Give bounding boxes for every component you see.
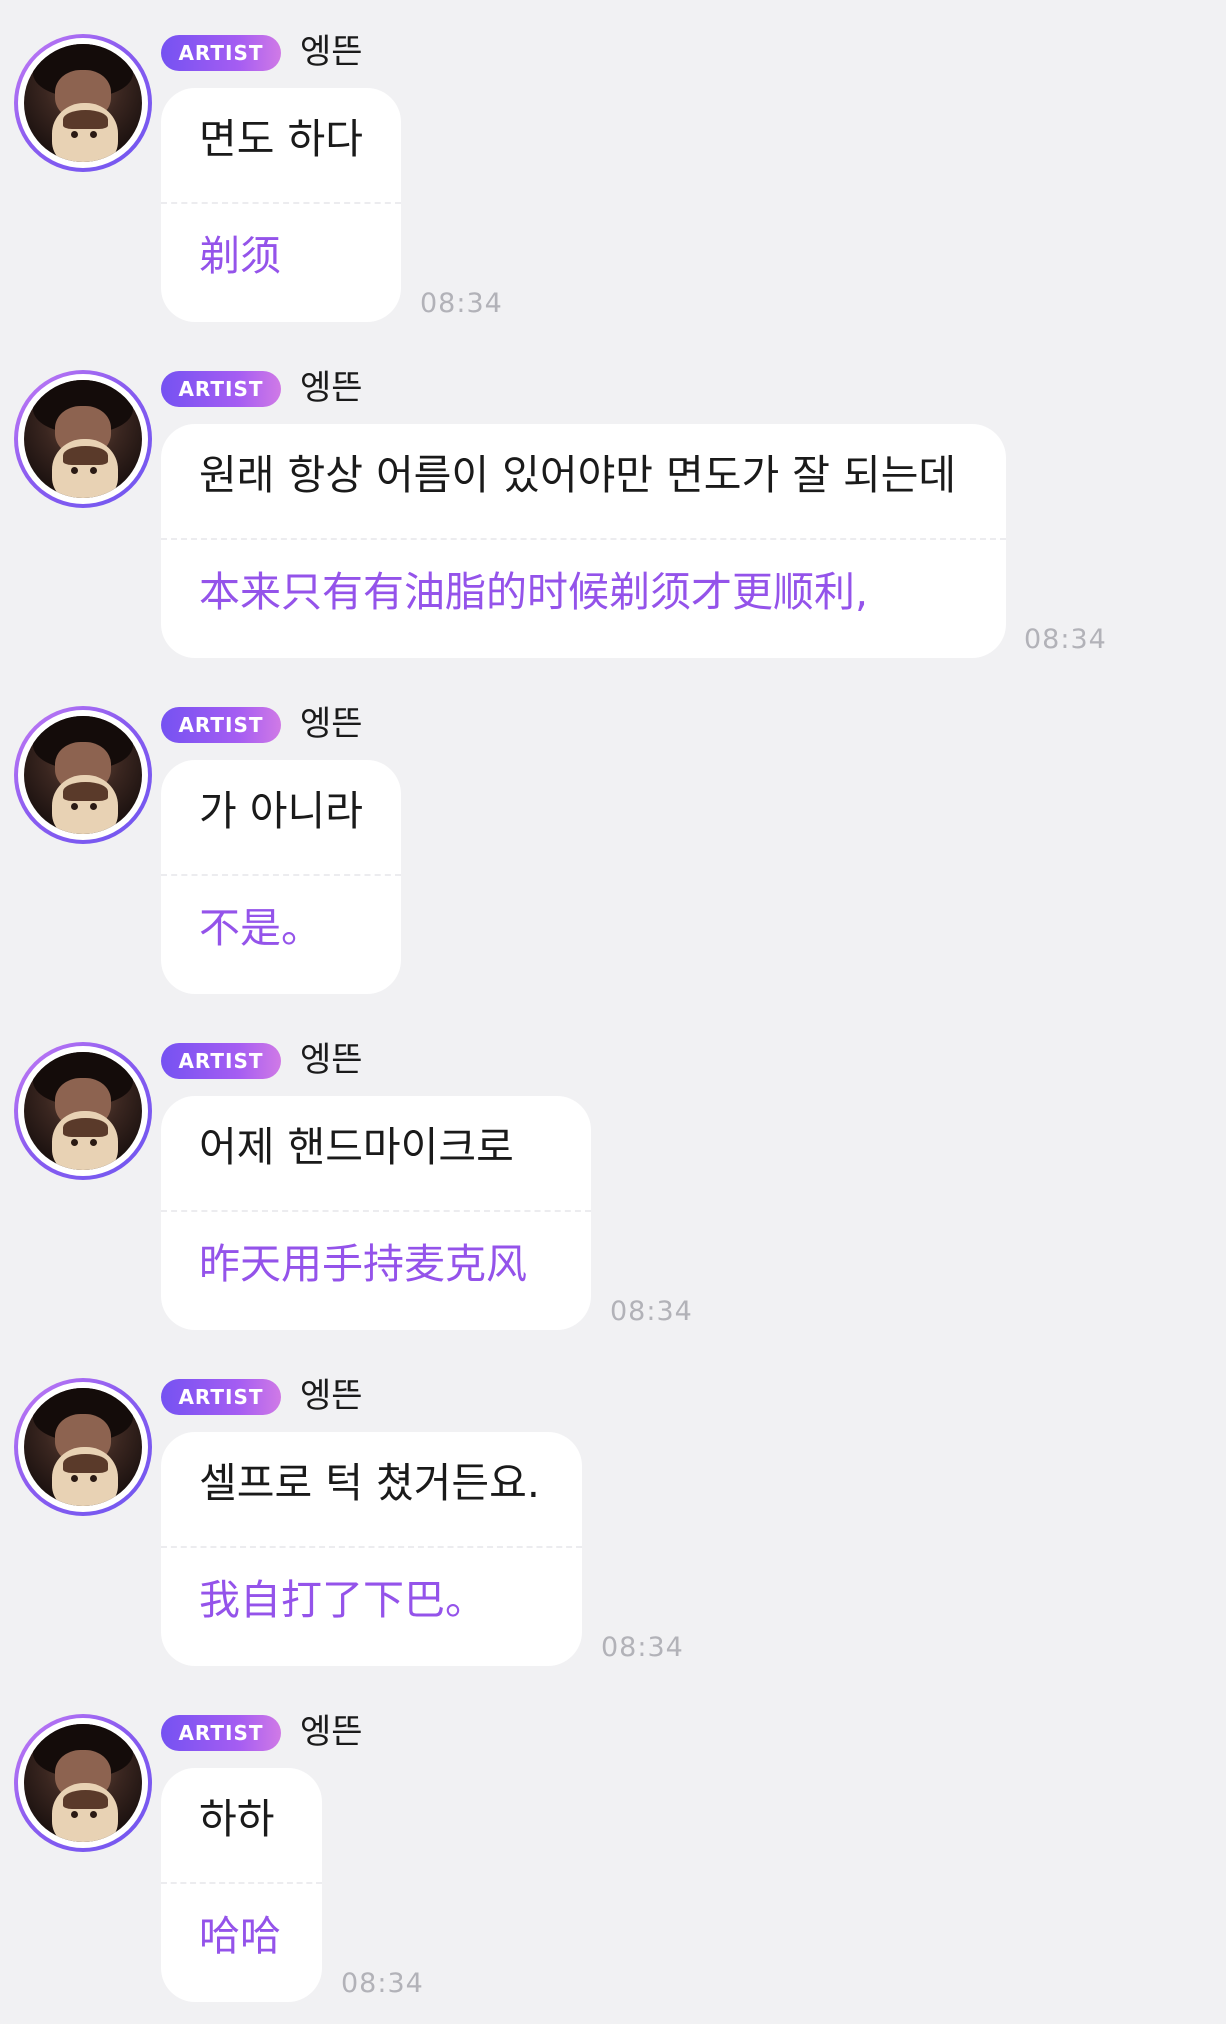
message-translation-text: 我自打了下巴。 — [199, 1576, 486, 1624]
message-korean-text: 하하 — [199, 1795, 275, 1843]
avatar[interactable] — [14, 1714, 152, 1852]
message-korean-text: 셀프로 턱 쳤거든요. — [199, 1459, 540, 1507]
profile-photo-icon — [24, 44, 142, 162]
avatar[interactable] — [14, 370, 152, 508]
sender-name[interactable]: 엥뜬 — [300, 1710, 363, 1754]
message-korean-text: 원래 항상 어름이 있어야만 면도가 잘 되는데 — [199, 451, 957, 499]
message-translation-text: 剃须 — [199, 232, 281, 280]
message-translation-text: 本来只有有油脂的时候剃须才更顺利, — [199, 568, 869, 616]
message-translation-text: 不是。 — [199, 904, 322, 952]
chat-message: ARTIST 엥뜬 하하 哈哈 08:34 — [0, 1680, 1226, 2016]
message-timestamp: 08:34 — [341, 1968, 424, 1999]
chat-message: ARTIST 엥뜬 어제 핸드마이크로 昨天用手持麦克风 08:34 — [0, 1008, 1226, 1344]
message-timestamp: 08:34 — [1024, 624, 1107, 655]
bubble-divider — [161, 202, 401, 204]
avatar[interactable] — [14, 1042, 152, 1180]
profile-photo-icon — [24, 1388, 142, 1506]
chat-message: ARTIST 엥뜬 가 아니라 不是。 — [0, 672, 1226, 1008]
profile-photo-icon — [24, 716, 142, 834]
profile-photo-icon — [24, 1052, 142, 1170]
chat-message: ARTIST 엥뜬 원래 항상 어름이 있어야만 면도가 잘 되는데 本来只有有… — [0, 336, 1226, 672]
bubble-divider — [161, 874, 401, 876]
avatar[interactable] — [14, 34, 152, 172]
artist-badge: ARTIST — [161, 371, 281, 407]
chat-message: ARTIST 엥뜬 셀프로 턱 쳤거든요. 我自打了下巴。 08:34 — [0, 1344, 1226, 1680]
sender-name[interactable]: 엥뜬 — [300, 1374, 363, 1418]
artist-badge: ARTIST — [161, 707, 281, 743]
avatar[interactable] — [14, 1378, 152, 1516]
bubble-divider — [161, 538, 1006, 540]
profile-photo-icon — [24, 380, 142, 498]
bubble-divider — [161, 1546, 582, 1548]
message-bubble[interactable]: 원래 항상 어름이 있어야만 면도가 잘 되는데 本来只有有油脂的时候剃须才更顺… — [161, 424, 1006, 658]
profile-photo-icon — [24, 1724, 142, 1842]
message-bubble[interactable]: 가 아니라 不是。 — [161, 760, 401, 994]
sender-name[interactable]: 엥뜬 — [300, 30, 363, 74]
message-korean-text: 어제 핸드마이크로 — [199, 1123, 514, 1171]
artist-badge: ARTIST — [161, 35, 281, 71]
message-translation-text: 昨天用手持麦克风 — [199, 1240, 527, 1288]
bubble-divider — [161, 1882, 322, 1884]
message-translation-text: 哈哈 — [199, 1912, 281, 1960]
bubble-divider — [161, 1210, 591, 1212]
message-korean-text: 가 아니라 — [199, 787, 363, 835]
chat-message: ARTIST 엥뜬 면도 하다 剃须 08:34 — [0, 0, 1226, 336]
sender-name[interactable]: 엥뜬 — [300, 1038, 363, 1082]
artist-badge: ARTIST — [161, 1379, 281, 1415]
message-timestamp: 08:34 — [601, 1632, 684, 1663]
artist-badge: ARTIST — [161, 1043, 281, 1079]
message-timestamp: 08:34 — [610, 1296, 693, 1327]
message-bubble[interactable]: 면도 하다 剃须 — [161, 88, 401, 322]
sender-name[interactable]: 엥뜬 — [300, 366, 363, 410]
message-bubble[interactable]: 하하 哈哈 — [161, 1768, 322, 2002]
sender-name[interactable]: 엥뜬 — [300, 702, 363, 746]
artist-badge: ARTIST — [161, 1715, 281, 1751]
message-timestamp: 08:34 — [420, 288, 503, 319]
message-bubble[interactable]: 어제 핸드마이크로 昨天用手持麦克风 — [161, 1096, 591, 1330]
message-bubble[interactable]: 셀프로 턱 쳤거든요. 我自打了下巴。 — [161, 1432, 582, 1666]
avatar[interactable] — [14, 706, 152, 844]
message-korean-text: 면도 하다 — [199, 115, 363, 163]
